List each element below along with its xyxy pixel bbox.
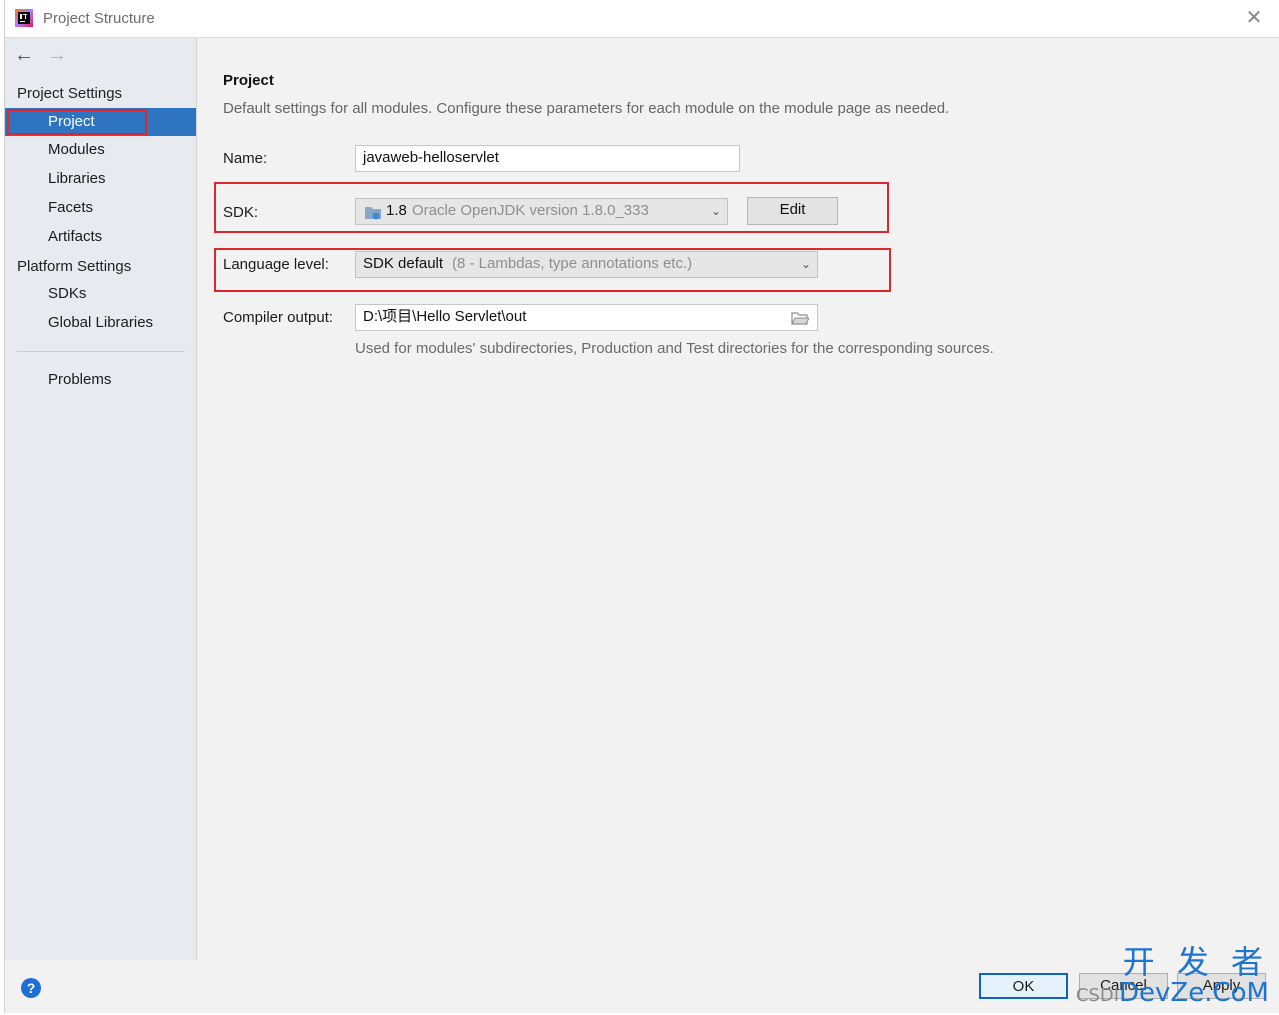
sidebar-item-sdks[interactable]: SDKs (5, 280, 196, 308)
sidebar-item-project[interactable]: Project (5, 108, 196, 136)
compiler-output-label: Compiler output: (223, 309, 334, 326)
watermark-devze: CSDIDevZe.CoM (1076, 978, 1269, 1011)
chevron-down-icon: ⌄ (800, 257, 811, 271)
sidebar-item-problems[interactable]: Problems (5, 366, 196, 394)
sidebar-item-label: Project (48, 113, 95, 130)
help-icon[interactable]: ? (21, 978, 41, 998)
sidebar-item-artifacts[interactable]: Artifacts (5, 223, 196, 251)
forward-arrow-icon[interactable]: → (47, 44, 67, 66)
watermark-site: DevZe.CoM (1119, 978, 1269, 1008)
sidebar-divider (17, 351, 185, 352)
name-label: Name: (223, 150, 268, 167)
project-structure-dialog: Project Structure ✕ ← → Project Settings… (4, 0, 1279, 1013)
page-title: Project (223, 72, 274, 89)
language-level-select[interactable]: SDK default (8 - Lambdas, type annotatio… (355, 251, 818, 278)
compiler-output-hint: Used for modules' subdirectories, Produc… (355, 340, 994, 357)
sidebar-item-global-libraries[interactable]: Global Libraries (5, 309, 196, 337)
window-title: Project Structure (43, 10, 155, 27)
ok-button[interactable]: OK (979, 973, 1068, 999)
sidebar: ← → Project Settings Project Modules Lib… (5, 38, 197, 960)
folder-icon (365, 207, 381, 220)
intellij-idea-icon (15, 9, 33, 27)
sidebar-item-label: Artifacts (48, 228, 103, 245)
sdk-label: SDK: (223, 204, 259, 221)
sdk-select[interactable]: 1.8 Oracle OpenJDK version 1.8.0_333 ⌄ (355, 198, 728, 225)
compiler-output-value: D:\项目\Hello Servlet\out (363, 308, 527, 325)
close-icon[interactable]: ✕ (1244, 8, 1264, 28)
edit-sdk-button[interactable]: Edit (747, 197, 838, 225)
sidebar-item-label: SDKs (48, 285, 87, 302)
sidebar-item-libraries[interactable]: Libraries (5, 165, 196, 193)
language-level-label: Language level: (223, 256, 329, 273)
main-panel: Project Default settings for all modules… (197, 38, 1279, 960)
sidebar-item-label: Facets (48, 199, 94, 216)
sidebar-item-label: Global Libraries (48, 314, 154, 331)
name-field[interactable]: javaweb-helloservlet (355, 145, 740, 172)
sidebar-item-modules[interactable]: Modules (5, 136, 196, 164)
platform-settings-header: Platform Settings (17, 258, 132, 275)
watermark-chinese: 开 发 者 (1122, 943, 1269, 981)
page-description: Default settings for all modules. Config… (223, 100, 950, 117)
chevron-down-icon: ⌄ (710, 204, 721, 218)
title-bar: Project Structure ✕ (5, 0, 1279, 38)
browse-folder-icon[interactable] (791, 311, 809, 325)
language-level-value: SDK default (363, 255, 444, 272)
sidebar-item-label: Libraries (48, 170, 106, 187)
back-arrow-icon[interactable]: ← (14, 44, 34, 66)
language-level-detail: (8 - Lambdas, type annotations etc.) (452, 255, 693, 272)
sdk-version: 1.8 (386, 202, 407, 219)
sidebar-item-label: Problems (48, 371, 112, 388)
sdk-detail: Oracle OpenJDK version 1.8.0_333 (412, 202, 649, 219)
project-settings-header: Project Settings (17, 85, 123, 102)
watermark-prefix: CSDI (1075, 985, 1120, 1006)
sidebar-item-facets[interactable]: Facets (5, 194, 196, 222)
sidebar-item-label: Modules (48, 141, 105, 158)
compiler-output-field[interactable]: D:\项目\Hello Servlet\out (355, 304, 818, 331)
